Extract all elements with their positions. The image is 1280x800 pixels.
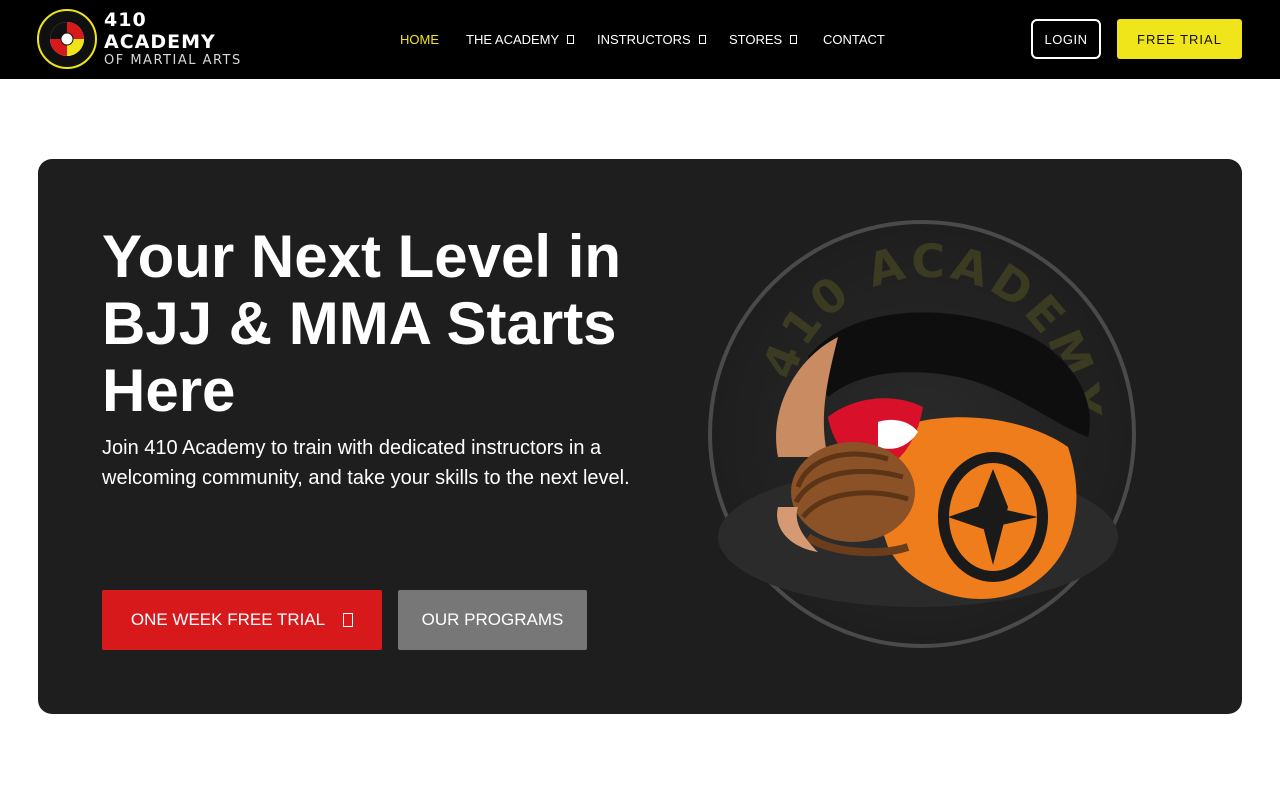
hero-section: Your Next Level in BJJ & MMA Starts Here… xyxy=(38,159,1242,714)
nav-item-label: INSTRUCTORS xyxy=(597,31,691,47)
nav-item-contact[interactable]: CONTACT xyxy=(823,30,885,48)
top-navigation-bar: 410 ACADEMY OF MARTIAL ARTS HOME THE ACA… xyxy=(0,0,1280,79)
one-week-free-trial-button[interactable]: ONE WEEK FREE TRIAL xyxy=(102,590,382,650)
brand-logo[interactable]: 410 ACADEMY OF MARTIAL ARTS xyxy=(37,9,259,69)
button-label: ONE WEEK FREE TRIAL xyxy=(130,610,326,629)
nav-item-stores[interactable]: STORES xyxy=(729,30,798,48)
nav-item-label: STORES xyxy=(729,31,783,47)
hero-image: 410 ACADEMY xyxy=(678,207,1138,667)
dropdown-icon xyxy=(567,34,575,44)
brand-tagline: OF MARTIAL ARTS xyxy=(104,53,242,68)
free-trial-button[interactable]: FREE TRIAL xyxy=(1117,19,1242,59)
nav-item-label: THE ACADEMY xyxy=(466,31,560,47)
login-button[interactable]: LOGIN xyxy=(1031,19,1101,59)
hero-title: Your Next Level in BJJ & MMA Starts Here xyxy=(102,223,622,424)
brand-name: 410 ACADEMY xyxy=(104,9,216,53)
academy-emblem-icon xyxy=(37,9,97,69)
arrow-icon xyxy=(343,613,354,627)
button-label: OUR PROGRAMS xyxy=(421,610,564,629)
dropdown-icon xyxy=(790,34,798,44)
nav-item-label: CONTACT xyxy=(823,31,885,47)
hero-subtitle: Join 410 Academy to train with dedicated… xyxy=(102,437,630,489)
nav-item-the-academy[interactable]: THE ACADEMY xyxy=(466,30,575,48)
nav-item-label: HOME xyxy=(400,31,439,47)
nav-item-instructors[interactable]: INSTRUCTORS xyxy=(597,30,706,48)
our-programs-button[interactable]: OUR PROGRAMS xyxy=(398,590,587,650)
grappler-photo-illustration: 410 ACADEMY xyxy=(708,220,1136,648)
dropdown-icon xyxy=(698,34,706,44)
nav-item-home[interactable]: HOME xyxy=(400,30,439,48)
